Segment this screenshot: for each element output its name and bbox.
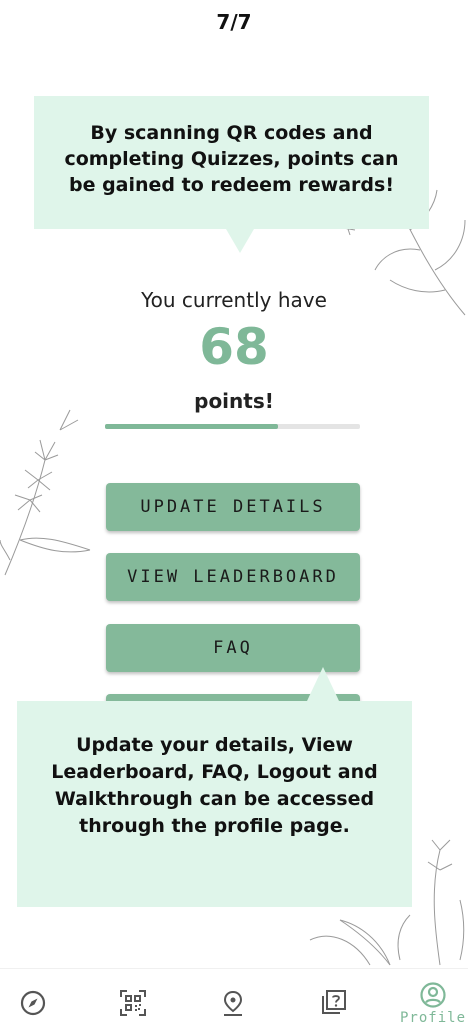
compass-icon <box>20 990 46 1016</box>
map-pin-icon <box>223 990 243 1016</box>
nav-map[interactable] <box>203 969 263 1030</box>
profile-screen: 7/7 By scanning QR codes and completing … <box>0 0 468 1030</box>
nav-quiz[interactable] <box>303 969 363 1030</box>
points-progress-fill <box>105 424 279 429</box>
quiz-icon <box>322 990 346 1014</box>
qr-code-icon <box>120 990 146 1016</box>
profile-icon <box>420 982 446 1008</box>
points-suffix-text: points! <box>194 389 274 413</box>
walkthrough-tooltip-points: By scanning QR codes and completing Quiz… <box>34 96 429 229</box>
bottom-navigation: Profile <box>0 968 468 1030</box>
update-details-button[interactable]: UPDATE DETAILS <box>106 483 360 531</box>
nav-explore[interactable] <box>3 969 63 1030</box>
faq-button[interactable]: FAQ <box>106 624 360 672</box>
points-value: 68 <box>199 318 269 376</box>
nav-scan-qr[interactable] <box>103 969 163 1030</box>
tooltip-pointer-arrow <box>226 229 254 253</box>
nav-profile-label: Profile <box>400 1010 467 1026</box>
view-leaderboard-button[interactable]: VIEW LEADERBOARD <box>106 553 360 601</box>
plant-illustration-left <box>0 409 91 576</box>
walkthrough-tooltip-profile: Update your details, View Leaderboard, F… <box>17 701 412 907</box>
walkthrough-step-counter: 7/7 <box>216 10 252 34</box>
tooltip-pointer-arrow <box>307 667 339 701</box>
points-intro-text: You currently have <box>141 288 327 312</box>
nav-profile[interactable]: Profile <box>400 969 467 1030</box>
points-progress-bar <box>105 424 360 429</box>
